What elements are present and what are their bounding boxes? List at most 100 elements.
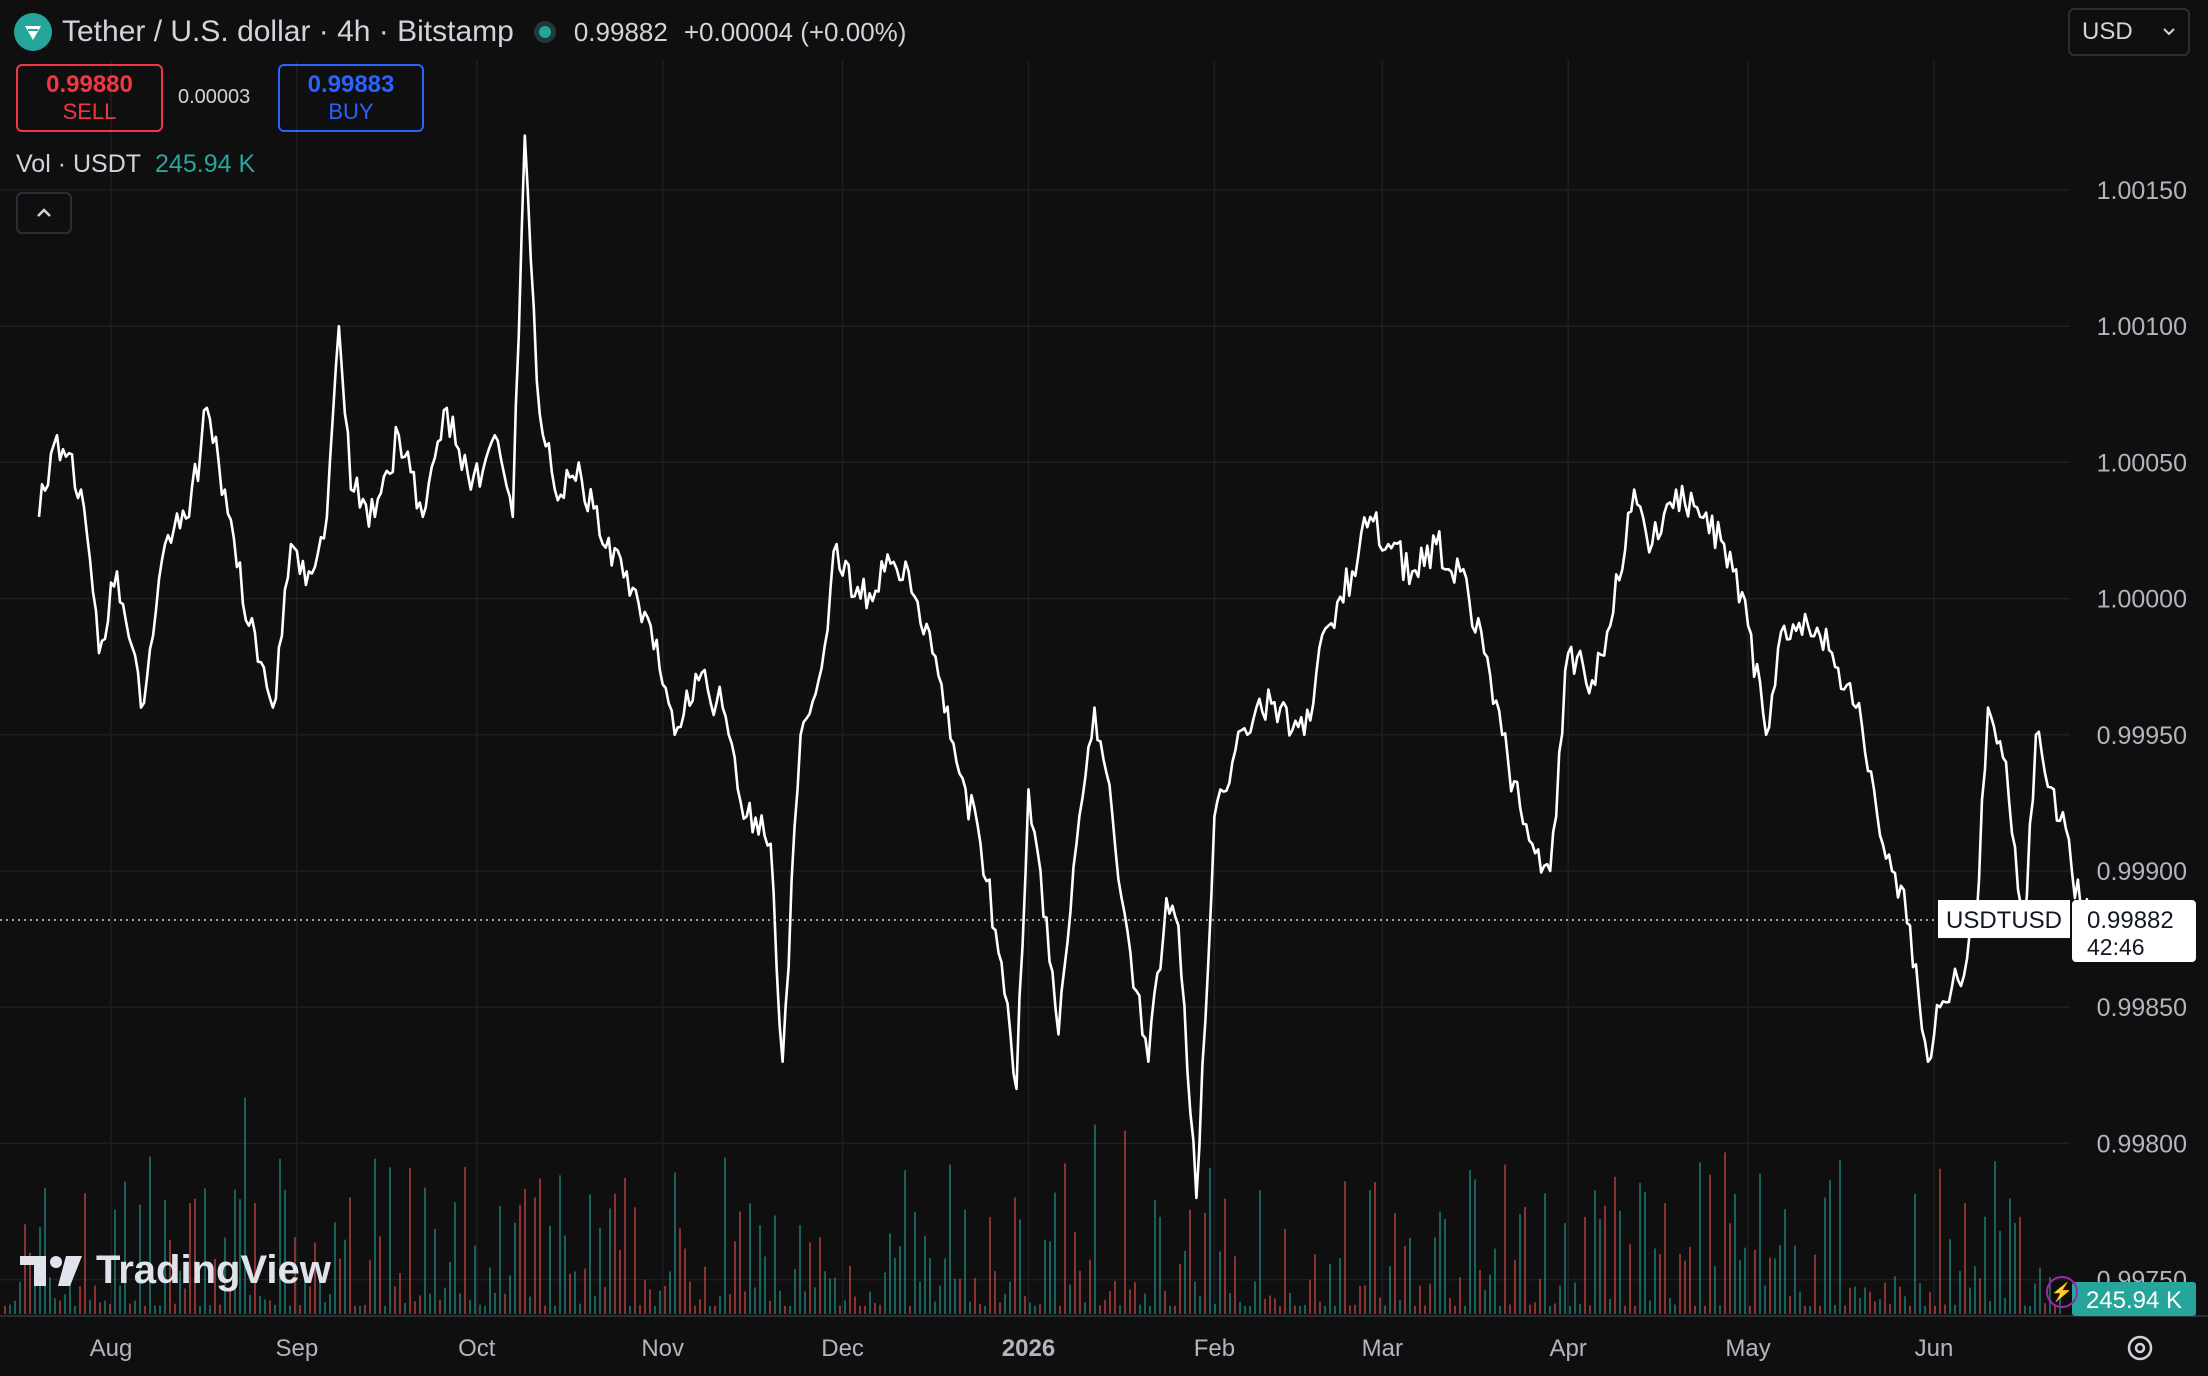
volume-bar	[1849, 1287, 1851, 1314]
volume-bar	[1889, 1304, 1891, 1314]
volume-bar	[384, 1305, 386, 1314]
volume-bar	[324, 1302, 326, 1314]
price-tick-label: 1.00000	[2097, 586, 2187, 614]
price-chart[interactable]: Aug Sep Oct Nov Dec 2026 Feb Mar Apr May Jun 1.001…	[0, 0, 2208, 1376]
volume-bar	[1554, 1303, 1556, 1314]
volume-bar	[1699, 1162, 1701, 1314]
volume-bar	[784, 1305, 786, 1314]
volume-bar	[514, 1222, 516, 1314]
volume-bar	[1654, 1248, 1656, 1314]
tradingview-logo-icon	[20, 1255, 82, 1286]
volume-bar	[2029, 1305, 2031, 1314]
volume-legend[interactable]: Vol · USDT 245.94 K	[16, 150, 255, 179]
volume-bar	[1649, 1300, 1651, 1314]
volume-bar	[639, 1304, 641, 1314]
price-tick-label: 1.00150	[2097, 177, 2187, 205]
volume-bar	[1014, 1197, 1016, 1314]
volume-bar	[1924, 1306, 1926, 1314]
volume-bar	[1594, 1190, 1596, 1314]
volume-bar	[624, 1177, 626, 1314]
volume-bar	[1314, 1254, 1316, 1314]
volume-bar	[1574, 1282, 1576, 1314]
volume-bar	[579, 1303, 581, 1314]
volume-bar	[1284, 1228, 1286, 1314]
volume-bar	[1059, 1305, 1061, 1314]
currency-select[interactable]: USD	[2068, 8, 2190, 56]
lightning-icon[interactable]: ⚡	[2046, 1276, 2078, 1308]
collapse-legend-button[interactable]	[16, 192, 72, 234]
volume-bar	[2019, 1216, 2021, 1314]
volume-bar	[389, 1167, 391, 1314]
volume-bar	[1329, 1263, 1331, 1314]
gear-icon[interactable]	[2122, 1330, 2158, 1366]
volume-bar	[1084, 1302, 1086, 1314]
status-dot-icon	[533, 21, 556, 43]
volume-bar	[264, 1299, 266, 1314]
volume-bar	[1859, 1298, 1861, 1314]
price-tick-label: 1.00050	[2097, 449, 2187, 477]
volume-bar	[634, 1207, 636, 1314]
volume-bar	[1354, 1304, 1356, 1314]
volume-bar	[1624, 1305, 1626, 1314]
volume-bar	[419, 1295, 421, 1314]
tradingview-watermark[interactable]: TradingView	[20, 1248, 331, 1293]
symbol-title[interactable]: Tether / U.S. dollar · 4h · Bitstamp	[62, 15, 514, 49]
volume-bar	[914, 1211, 916, 1314]
volume-bar	[1659, 1253, 1661, 1314]
volume-bar	[839, 1305, 841, 1314]
volume-bar	[899, 1246, 901, 1314]
volume-bar	[1429, 1283, 1431, 1314]
volume-bar	[1769, 1257, 1771, 1314]
volume-bar	[804, 1291, 806, 1314]
volume-bar	[1529, 1304, 1531, 1314]
volume-bar	[929, 1258, 931, 1314]
volume-bar	[744, 1291, 746, 1314]
volume-bar	[1864, 1287, 1866, 1314]
volume-bar	[534, 1197, 536, 1314]
volume-bar	[1344, 1181, 1346, 1314]
price-tag-value: 0.99882	[2087, 907, 2174, 934]
volume-bar	[1614, 1176, 1616, 1314]
volume-bar	[1434, 1237, 1436, 1314]
volume-bar	[1079, 1270, 1081, 1314]
volume-bar	[1774, 1258, 1776, 1314]
volume-bar	[629, 1305, 631, 1314]
volume-label: Vol · USDT	[16, 150, 142, 178]
volume-bar	[1669, 1298, 1671, 1314]
volume-bar	[1914, 1193, 1916, 1314]
volume-bar	[1919, 1282, 1921, 1314]
volume-bar	[1949, 1239, 1951, 1314]
volume-bar	[1744, 1247, 1746, 1314]
volume-bar	[1384, 1305, 1386, 1314]
volume-bar	[394, 1286, 396, 1314]
volume-bar	[1254, 1281, 1256, 1314]
sell-button[interactable]: 0.99880 SELL	[16, 64, 163, 132]
volume-bar	[1114, 1280, 1116, 1314]
volume-bar	[334, 1222, 336, 1314]
volume-bar	[439, 1299, 441, 1314]
volume-bar	[1759, 1173, 1761, 1314]
volume-bar	[924, 1235, 926, 1314]
volume-bar	[1814, 1254, 1816, 1314]
buy-price: 0.99883	[307, 71, 395, 98]
volume-bar	[1739, 1260, 1741, 1314]
volume-bar	[434, 1228, 436, 1314]
volume-bar	[679, 1228, 681, 1314]
volume-bar	[494, 1292, 496, 1314]
volume-bar	[1394, 1213, 1396, 1314]
volume-bar	[739, 1211, 741, 1314]
volume-bar	[1844, 1305, 1846, 1314]
volume-bar	[2014, 1222, 2016, 1314]
time-tick-label: 2026	[1002, 1335, 1055, 1362]
volume-bar	[1104, 1299, 1106, 1314]
volume-bar	[554, 1305, 556, 1314]
volume-bar	[609, 1208, 611, 1314]
buy-button[interactable]: 0.99883 BUY	[278, 64, 424, 132]
volume-value: 245.94 K	[155, 150, 256, 178]
volume-bar	[449, 1261, 451, 1314]
volume-bar	[1204, 1212, 1206, 1314]
volume-bar	[259, 1296, 261, 1314]
volume-bar	[414, 1301, 416, 1314]
volume-bar	[1239, 1302, 1241, 1314]
volume-bar	[1219, 1251, 1221, 1314]
